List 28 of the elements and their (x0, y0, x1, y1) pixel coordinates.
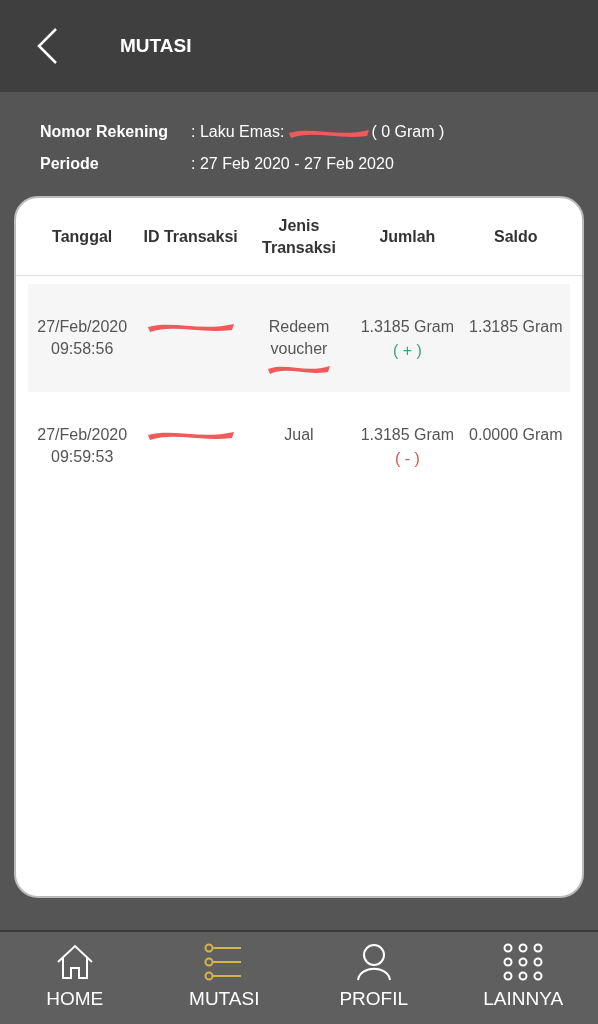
field-label: Nomor Rekening (40, 122, 169, 142)
table-cell-text: 09:58:56 (51, 339, 114, 359)
page-title: MUTASI (120, 33, 192, 58)
nav-tab[interactable]: LAINNYA (448, 932, 598, 1024)
column-header: Jenis Transaksi (261, 215, 337, 258)
table-cell-text: Redeem voucher (267, 317, 331, 359)
table-cell-text: 27/Feb/2020 (37, 317, 128, 337)
nav-tab[interactable]: PROFIL (299, 932, 449, 1024)
table-cell-text: 0.0000 Gram (469, 425, 563, 445)
table-cell-text: 27/Feb/2020 (37, 425, 128, 445)
table-cell-text: Jual (283, 425, 315, 445)
field-value: ( 0 Gram ) (371, 122, 445, 142)
field-value: : Laku Emas: (191, 122, 285, 142)
field-label: Periode (40, 154, 100, 174)
table-cell-text: 09:59:53 (51, 447, 114, 467)
column-header: Saldo (493, 226, 539, 247)
nav-tab[interactable]: MUTASI (149, 932, 299, 1024)
table-cell-text: 1.3185 Gram (360, 317, 455, 337)
sign-indicator: ( + ) (392, 341, 422, 361)
table-cell-text: 1.3185 Gram (360, 425, 455, 445)
table-cell-text: 1.3185 Gram (469, 317, 563, 337)
column-header: Jumlah (378, 226, 437, 247)
grid-icon (503, 942, 544, 981)
nav-tab[interactable]: HOME (0, 932, 150, 1024)
column-header: Tanggal (51, 226, 114, 247)
field-value: : 27 Feb 2020 - 27 Feb 2020 (191, 154, 394, 174)
sign-indicator: ( - ) (394, 449, 420, 469)
column-header: ID Transaksi (142, 226, 239, 247)
